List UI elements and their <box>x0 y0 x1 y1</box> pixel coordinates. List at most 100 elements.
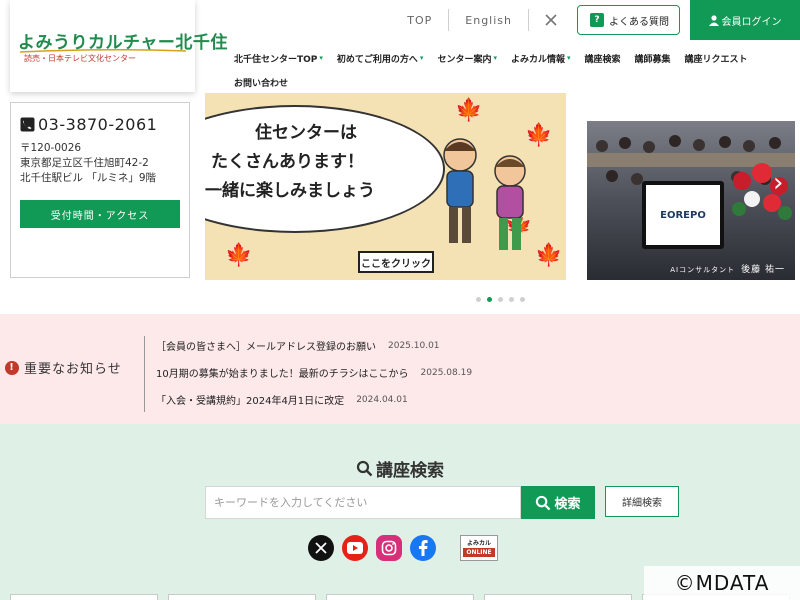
nav-label: 講師募集 <box>634 54 671 65</box>
nav-item-center-guide[interactable]: センター案内 ▾ <box>437 46 497 70</box>
top-link[interactable]: TOP <box>391 14 448 27</box>
chevron-down-icon: ▾ <box>319 54 323 62</box>
nav-label: センター案内 <box>437 54 492 65</box>
carousel-dot[interactable] <box>476 297 481 302</box>
seminar-photo: EOREPO AIコンサルタント 後藤 祐一 <box>587 121 795 280</box>
speaker-title: AIコンサルタント <box>670 266 736 274</box>
nav-label: 講座リクエスト <box>684 54 748 65</box>
notice-date: 2024.04.01 <box>356 394 408 405</box>
address: 〒120-0026 東京都足立区千住旭町42-2 北千住駅ビル 「ルミネ」9階 <box>20 141 156 186</box>
notice-text: 「入会・受講規約」2024年4月1日に改定 <box>156 396 345 407</box>
nav-label: お問い合わせ <box>234 78 289 89</box>
category-card[interactable] <box>10 594 158 600</box>
user-icon <box>708 14 719 26</box>
carousel-next-button[interactable]: › <box>773 168 783 198</box>
youtube-icon <box>347 542 363 554</box>
main-nav: 北千住センターTOP ▾ 初めてご利用の方へ ▾ センター案内 ▾ よみカル情報 ▾ 講… <box>234 46 794 94</box>
important-notices: ! 重要なお知らせ ［会員の皆さまへ］メールアドレス登録のお願い 2025.10.… <box>0 314 800 424</box>
hikers-illustration-icon <box>443 138 526 250</box>
carousel-dot-active[interactable] <box>487 297 492 302</box>
access-button[interactable]: 受付時間・アクセス <box>20 200 180 228</box>
english-link[interactable]: English <box>449 14 528 27</box>
carousel-slide-autumn[interactable]: 🍁 🍁 🍁 🍁 🍁 住センターは たくさんあります！ 一緒に楽しみましょう ここ… <box>205 93 566 280</box>
search-icon <box>536 495 551 510</box>
carousel-slide-seminar[interactable]: EOREPO AIコンサルタント 後藤 祐一 <box>587 93 795 280</box>
notices-heading-text: 重要なお知らせ <box>24 362 122 377</box>
keyword-search-input[interactable] <box>205 486 521 519</box>
nav-item-first-time[interactable]: 初めてご利用の方へ ▾ <box>337 46 424 70</box>
carousel-pagination <box>476 297 531 302</box>
instagram-social-link[interactable] <box>376 535 402 561</box>
social-links: よみカル ONLINE <box>308 535 498 561</box>
click-here-label[interactable]: ここをクリック <box>358 251 434 273</box>
faq-button[interactable]: ? よくある質問 <box>577 5 680 35</box>
x-link[interactable] <box>529 14 577 26</box>
speaker-name: 後藤 祐一 <box>741 265 785 275</box>
online-top-text: よみカル <box>466 540 491 547</box>
divider <box>144 336 145 412</box>
search-icon <box>356 460 373 477</box>
site-logo[interactable]: よみうりカルチャー北千住 読売・日本テレビ文化センター <box>10 0 227 92</box>
youtube-social-link[interactable] <box>342 535 368 561</box>
top-utility-bar: TOP English ? よくある質問 会員ログイン <box>391 0 800 40</box>
alert-icon: ! <box>5 360 19 375</box>
notice-item[interactable]: 10月期の募集が始まりました！最新のチラシはここから 2025.08.19 <box>156 359 472 386</box>
nav-item-instructor-recruit[interactable]: 講師募集 <box>635 46 671 70</box>
search-heading: 講座検索 <box>0 456 800 481</box>
question-icon: ? <box>590 13 604 27</box>
category-card[interactable] <box>484 594 632 600</box>
notice-date: 2025.10.01 <box>388 340 440 351</box>
monitor-icon: EOREPO <box>642 181 724 249</box>
maple-leaf-icon: 🍁 <box>455 98 483 123</box>
slide-message-line-1: 住センターは <box>255 123 357 143</box>
notice-text: 10月期の募集が始まりました！最新のチラシはここから <box>156 369 409 380</box>
notice-item[interactable]: ［会員の皆さまへ］メールアドレス登録のお願い 2025.10.01 <box>156 332 472 359</box>
copyright-watermark: ©MDATA <box>644 566 800 600</box>
yomikaru-online-link[interactable]: よみカル ONLINE <box>460 535 498 561</box>
x-icon <box>315 542 327 554</box>
notice-text: ［会員の皆さまへ］メールアドレス登録のお願い <box>156 342 376 353</box>
nav-item-contact[interactable]: お問い合わせ <box>234 70 288 94</box>
facebook-social-link[interactable] <box>410 535 436 561</box>
contact-card: 03-3870-2061 〒120-0026 東京都足立区千住旭町42-2 北千… <box>10 102 190 278</box>
carousel-dot[interactable] <box>498 297 503 302</box>
slide-message-line-3: 一緒に楽しみましょう <box>205 181 375 201</box>
notices-heading: ! 重要なお知らせ <box>5 358 122 377</box>
category-card[interactable] <box>168 594 316 600</box>
carousel-dot[interactable] <box>509 297 514 302</box>
eorepo-logo: EOREPO <box>646 185 720 245</box>
x-icon <box>545 14 557 26</box>
maple-leaf-icon: 🍁 <box>225 243 253 268</box>
faq-label: よくある質問 <box>609 16 669 28</box>
carousel-prev-button[interactable]: ‹ <box>212 168 222 198</box>
notice-item[interactable]: 「入会・受講規約」2024年4月1日に改定 2024.04.01 <box>156 386 472 413</box>
slide-message-line-2: たくさんあります！ <box>211 152 364 172</box>
carousel-dot[interactable] <box>520 297 525 302</box>
phone-text: 03-3870-2061 <box>38 115 158 134</box>
nav-item-center-top[interactable]: 北千住センターTOP ▾ <box>234 46 323 70</box>
search-button-label: 検索 <box>554 497 581 512</box>
phone-number[interactable]: 03-3870-2061 <box>20 115 157 134</box>
instagram-icon <box>381 540 397 556</box>
nav-item-course-search[interactable]: 講座検索 <box>585 46 621 70</box>
facebook-icon <box>419 540 428 556</box>
member-login-button[interactable]: 会員ログイン <box>690 0 800 40</box>
login-label: 会員ログイン <box>721 16 782 28</box>
online-bottom-text: ONLINE <box>463 548 495 557</box>
nav-label: 初めてご利用の方へ <box>336 54 418 65</box>
address-line-1: 東京都足立区千住旭町42-2 <box>20 157 149 169</box>
flower-arrangement-icon <box>732 163 792 220</box>
logo-subtitle: 読売・日本テレビ文化センター <box>24 54 136 63</box>
x-social-link[interactable] <box>308 535 334 561</box>
search-button[interactable]: 検索 <box>521 486 595 519</box>
chevron-down-icon: ▾ <box>419 54 424 62</box>
nav-label: よみカル情報 <box>510 54 565 65</box>
notice-date: 2025.08.19 <box>420 367 473 378</box>
postal-code: 〒120-0026 <box>20 142 82 154</box>
category-card[interactable] <box>326 594 474 600</box>
nav-item-yomikaru-info[interactable]: よみカル情報 ▾ <box>511 46 571 70</box>
chevron-down-icon: ▾ <box>493 54 497 62</box>
slide-message: 住センターは たくさんあります！ 一緒に楽しみましょう <box>205 119 375 206</box>
nav-item-course-request[interactable]: 講座リクエスト <box>685 46 748 70</box>
advanced-search-button[interactable]: 詳細検索 <box>605 486 679 517</box>
